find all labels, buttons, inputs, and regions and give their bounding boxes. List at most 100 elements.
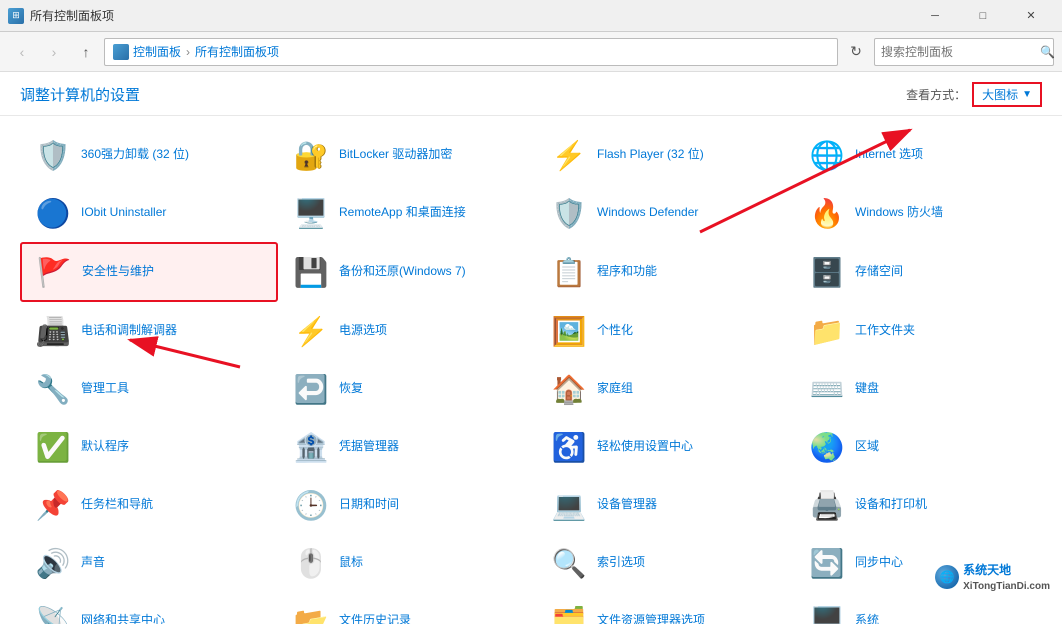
grid-item-item-workfolder[interactable]: 📁工作文件夹 bbox=[794, 302, 1052, 360]
item-label-item-filehistory[interactable]: 文件历史记录 bbox=[339, 613, 411, 624]
item-icon-item-keyboard: ⌨️ bbox=[807, 369, 847, 409]
item-label-item-keyboard[interactable]: 键盘 bbox=[855, 381, 879, 397]
grid-item-item-recovery[interactable]: ↩️ 恢复 bbox=[278, 360, 536, 418]
search-input[interactable] bbox=[881, 45, 1036, 59]
item-icon-item-region: 🌏 bbox=[807, 427, 847, 467]
item-label-item-firewall[interactable]: Windows 防火墙 bbox=[855, 205, 943, 221]
grid-item-item-defender[interactable]: 🛡️Windows Defender bbox=[536, 184, 794, 242]
item-label-item-storage[interactable]: 存储空间 bbox=[855, 264, 903, 280]
back-button[interactable]: ‹ bbox=[8, 38, 36, 66]
grid-item-item-backup[interactable]: 💾备份和还原(Windows 7) bbox=[278, 242, 536, 302]
item-label-item-mgmttools[interactable]: 管理工具 bbox=[81, 381, 129, 397]
item-label-item-360[interactable]: 360强力卸载 (32 位) bbox=[81, 147, 189, 163]
item-label-item-modem[interactable]: 电话和调制解调器 bbox=[81, 323, 177, 339]
grid-item-item-ease[interactable]: ♿轻松使用设置中心 bbox=[536, 418, 794, 476]
grid-item-item-default[interactable]: ✅默认程序 bbox=[20, 418, 278, 476]
titlebar: ⊞ 所有控制面板项 ─ □ ✕ bbox=[0, 0, 1062, 32]
grid-item-item-keyboard[interactable]: ⌨️ 键盘 bbox=[794, 360, 1052, 418]
grid-item-item-sync[interactable]: 🔄同步中心 bbox=[794, 534, 1052, 592]
search-icon[interactable]: 🔍 bbox=[1040, 45, 1055, 59]
item-icon-item-modem: 📠 bbox=[33, 311, 73, 351]
grid-item-item-fileexplorer[interactable]: 🗂️ 文件资源管理器选项 bbox=[536, 592, 794, 624]
forward-button[interactable]: › bbox=[40, 38, 68, 66]
address-current[interactable]: 所有控制面板项 bbox=[195, 43, 279, 60]
grid-item-item-mouse[interactable]: 🖱️鼠标 bbox=[278, 534, 536, 592]
grid-item-item-taskbar[interactable]: 📌任务栏和导航 bbox=[20, 476, 278, 534]
grid-item-item-region[interactable]: 🌏 区域 bbox=[794, 418, 1052, 476]
grid-item-item-storage[interactable]: 🗄️ 存储空间 bbox=[794, 242, 1052, 302]
address-box[interactable]: 控制面板 › 所有控制面板项 bbox=[104, 38, 838, 66]
item-label-item-backup[interactable]: 备份和还原(Windows 7) bbox=[339, 264, 466, 280]
grid-item-item-devmgr[interactable]: 💻 设备管理器 bbox=[536, 476, 794, 534]
item-icon-item-fileexplorer: 🗂️ bbox=[549, 601, 589, 624]
item-label-item-network[interactable]: 网络和共享中心 bbox=[81, 613, 165, 624]
item-label-item-personalize[interactable]: 个性化 bbox=[597, 323, 633, 339]
control-panel-grid: 🛡️360强力卸载 (32 位)🔐BitLocker 驱动器加密⚡Flash P… bbox=[20, 126, 1052, 624]
grid-item-item-flash[interactable]: ⚡Flash Player (32 位) bbox=[536, 126, 794, 184]
item-label-item-programs[interactable]: 程序和功能 bbox=[597, 264, 657, 280]
item-label-item-devmgr[interactable]: 设备管理器 bbox=[597, 497, 657, 513]
item-label-item-bitlocker[interactable]: BitLocker 驱动器加密 bbox=[339, 147, 452, 163]
grid-item-item-power[interactable]: ⚡ 电源选项 bbox=[278, 302, 536, 360]
item-label-item-datetime[interactable]: 日期和时间 bbox=[339, 497, 399, 513]
grid-item-item-indexing[interactable]: 🔍索引选项 bbox=[536, 534, 794, 592]
item-icon-item-recovery: ↩️ bbox=[291, 369, 331, 409]
item-label-item-workfolder[interactable]: 工作文件夹 bbox=[855, 323, 915, 339]
search-box[interactable]: 🔍 bbox=[874, 38, 1054, 66]
grid-scroll-area[interactable]: 🛡️360强力卸载 (32 位)🔐BitLocker 驱动器加密⚡Flash P… bbox=[0, 116, 1062, 624]
item-label-item-iobit[interactable]: IObit Uninstaller bbox=[81, 205, 166, 221]
grid-item-item-firewall[interactable]: 🔥Windows 防火墙 bbox=[794, 184, 1052, 242]
view-dropdown[interactable]: 大图标 ▼ bbox=[972, 82, 1042, 107]
grid-item-item-mgmttools[interactable]: 🔧管理工具 bbox=[20, 360, 278, 418]
grid-item-item-sound[interactable]: 🔊声音 bbox=[20, 534, 278, 592]
refresh-button[interactable]: ↻ bbox=[842, 38, 870, 66]
grid-item-item-internet[interactable]: 🌐Internet 选项 bbox=[794, 126, 1052, 184]
grid-item-item-devices[interactable]: 🖨️设备和打印机 bbox=[794, 476, 1052, 534]
item-label-item-internet[interactable]: Internet 选项 bbox=[855, 147, 923, 163]
grid-item-item-remoteapp[interactable]: 🖥️RemoteApp 和桌面连接 bbox=[278, 184, 536, 242]
item-label-item-default[interactable]: 默认程序 bbox=[81, 439, 129, 455]
item-label-item-devices[interactable]: 设备和打印机 bbox=[855, 497, 927, 513]
address-root[interactable]: 控制面板 bbox=[133, 43, 181, 60]
item-label-item-taskbar[interactable]: 任务栏和导航 bbox=[81, 497, 153, 513]
grid-item-item-system[interactable]: 🖥️系统 bbox=[794, 592, 1052, 624]
item-label-item-power[interactable]: 电源选项 bbox=[339, 323, 387, 339]
item-label-item-sync[interactable]: 同步中心 bbox=[855, 555, 903, 571]
grid-item-item-filehistory[interactable]: 📂文件历史记录 bbox=[278, 592, 536, 624]
up-button[interactable]: ↑ bbox=[72, 38, 100, 66]
item-label-item-indexing[interactable]: 索引选项 bbox=[597, 555, 645, 571]
item-label-item-mouse[interactable]: 鼠标 bbox=[339, 555, 363, 571]
maximize-button[interactable]: □ bbox=[960, 0, 1006, 32]
grid-item-item-homegroup[interactable]: 🏠家庭组 bbox=[536, 360, 794, 418]
item-label-item-remoteapp[interactable]: RemoteApp 和桌面连接 bbox=[339, 205, 466, 221]
item-icon-item-devmgr: 💻 bbox=[549, 485, 589, 525]
close-button[interactable]: ✕ bbox=[1008, 0, 1054, 32]
item-label-item-region[interactable]: 区域 bbox=[855, 439, 879, 455]
item-label-item-homegroup[interactable]: 家庭组 bbox=[597, 381, 633, 397]
grid-item-item-datetime[interactable]: 🕒日期和时间 bbox=[278, 476, 536, 534]
item-icon-item-power: ⚡ bbox=[291, 311, 331, 351]
item-icon-item-personalize: 🖼️ bbox=[549, 311, 589, 351]
grid-item-item-modem[interactable]: 📠 电话和调制解调器 bbox=[20, 302, 278, 360]
grid-item-item-network[interactable]: 📡网络和共享中心 bbox=[20, 592, 278, 624]
grid-item-item-security[interactable]: 🚩安全性与维护 bbox=[20, 242, 278, 302]
item-label-item-recovery[interactable]: 恢复 bbox=[339, 381, 363, 397]
grid-item-item-360[interactable]: 🛡️360强力卸载 (32 位) bbox=[20, 126, 278, 184]
grid-item-item-programs[interactable]: 📋程序和功能 bbox=[536, 242, 794, 302]
item-label-item-flash[interactable]: Flash Player (32 位) bbox=[597, 147, 704, 163]
item-label-item-ease[interactable]: 轻松使用设置中心 bbox=[597, 439, 693, 455]
address-path: 控制面板 › 所有控制面板项 bbox=[133, 43, 279, 60]
grid-item-item-credential[interactable]: 🏦凭据管理器 bbox=[278, 418, 536, 476]
minimize-button[interactable]: ─ bbox=[912, 0, 958, 32]
item-label-item-defender[interactable]: Windows Defender bbox=[597, 205, 698, 221]
item-icon-item-bitlocker: 🔐 bbox=[291, 135, 331, 175]
item-icon-item-storage: 🗄️ bbox=[807, 252, 847, 292]
item-label-item-sound[interactable]: 声音 bbox=[81, 555, 105, 571]
grid-item-item-iobit[interactable]: 🔵IObit Uninstaller bbox=[20, 184, 278, 242]
item-label-item-fileexplorer[interactable]: 文件资源管理器选项 bbox=[597, 613, 705, 624]
item-label-item-security[interactable]: 安全性与维护 bbox=[82, 264, 154, 280]
grid-item-item-bitlocker[interactable]: 🔐 BitLocker 驱动器加密 bbox=[278, 126, 536, 184]
item-label-item-system[interactable]: 系统 bbox=[855, 613, 879, 624]
grid-item-item-personalize[interactable]: 🖼️ 个性化 bbox=[536, 302, 794, 360]
item-label-item-credential[interactable]: 凭据管理器 bbox=[339, 439, 399, 455]
